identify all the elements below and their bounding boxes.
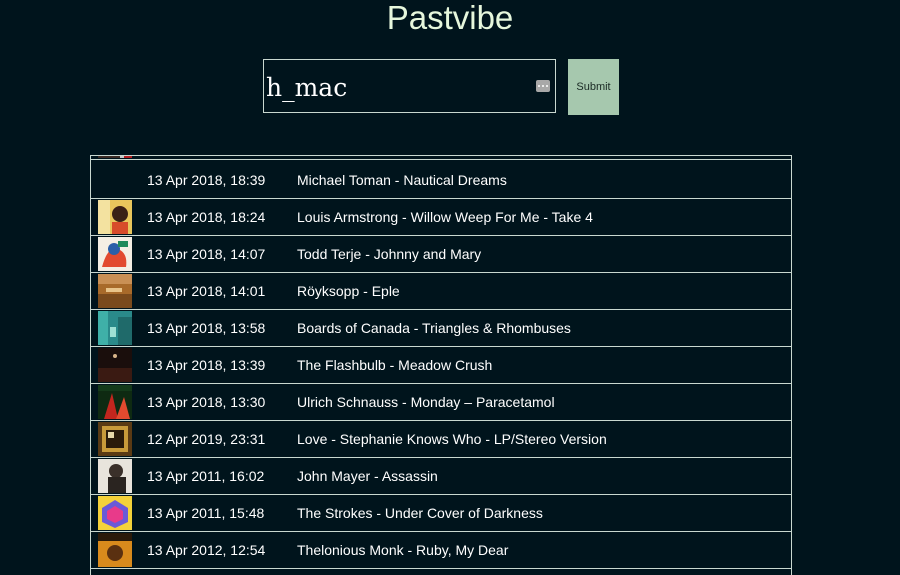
scrobble-track: The Strokes - Under Cover of Darkness — [297, 505, 543, 521]
album-art — [98, 348, 132, 382]
scrobble-track: Todd Terje - Johnny and Mary — [297, 246, 482, 262]
scrobble-row[interactable]: 12 Apr 2019, 23:31 Love - Stephanie Know… — [91, 421, 791, 458]
scrobble-timestamp: 13 Apr 2012, 12:54 — [147, 542, 266, 558]
scrobble-row[interactable]: 13 Apr 2011, 16:02 John Mayer - Assassin — [91, 458, 791, 495]
scrobble-row[interactable]: 13 Apr 2018, 18:24 Louis Armstrong - Wil… — [91, 199, 791, 236]
album-art — [98, 496, 132, 530]
page-title: Pastvibe — [386, 0, 514, 36]
scrobble-track: The Flashbulb - Meadow Crush — [297, 357, 493, 373]
scrobble-timestamp: 13 Apr 2018, 14:01 — [147, 283, 266, 299]
scrobble-row[interactable]: 13 Apr 2011, 15:48 The Strokes - Under C… — [91, 495, 791, 532]
scrobble-row[interactable]: 13 Apr 2018, 13:30 Ulrich Schnauss - Mon… — [91, 384, 791, 421]
album-art — [98, 237, 132, 271]
scrobble-timestamp: 12 Apr 2019, 23:31 — [147, 431, 266, 447]
username-search-field[interactable] — [263, 59, 556, 113]
scrobble-timestamp: 13 Apr 2018, 13:39 — [147, 357, 266, 373]
scrobble-timestamp: 13 Apr 2018, 18:24 — [147, 209, 266, 225]
scrobble-track: Louis Armstrong - Willow Weep For Me - T… — [297, 209, 593, 225]
scrobble-row[interactable]: 13 Apr 2018, 13:58 Boards of Canada - Tr… — [91, 310, 791, 347]
scrobble-row[interactable] — [91, 156, 791, 160]
submit-button[interactable]: Submit — [568, 59, 619, 115]
scrobble-list[interactable]: 13 Apr 2018, 18:39 Michael Toman - Nauti… — [90, 155, 792, 575]
scrobble-row[interactable]: 13 Apr 2018, 14:01 Röyksopp - Eple — [91, 273, 791, 310]
scrobble-track: Michael Toman - Nautical Dreams — [297, 172, 507, 188]
scrobble-timestamp: 13 Apr 2018, 18:39 — [147, 172, 266, 188]
album-art — [98, 274, 132, 308]
username-input[interactable] — [266, 73, 516, 102]
album-art — [98, 311, 132, 345]
scrobble-track: Thelonious Monk - Ruby, My Dear — [297, 542, 509, 558]
album-art — [98, 459, 132, 493]
scrobble-track: Boards of Canada - Triangles & Rhombuses — [297, 320, 571, 336]
scrobble-timestamp: 13 Apr 2011, 15:48 — [147, 505, 265, 521]
album-art — [98, 422, 132, 456]
scrobble-timestamp: 13 Apr 2011, 16:02 — [147, 468, 265, 484]
album-art — [98, 156, 132, 158]
scrobble-row[interactable]: 13 Apr 2012, 12:54 Thelonious Monk - Rub… — [91, 532, 791, 569]
scrobble-timestamp: 13 Apr 2018, 14:07 — [147, 246, 266, 262]
scrobble-timestamp: 13 Apr 2018, 13:58 — [147, 320, 266, 336]
scrobble-track: Love - Stephanie Knows Who - LP/Stereo V… — [297, 431, 607, 447]
album-art — [98, 200, 132, 234]
scrobble-row[interactable]: 13 Apr 2018, 14:07 Todd Terje - Johnny a… — [91, 236, 791, 273]
scrobble-row[interactable]: 13 Apr 2018, 18:39 Michael Toman - Nauti… — [91, 162, 791, 199]
album-art — [98, 533, 132, 567]
dots-icon[interactable] — [536, 80, 550, 92]
album-art — [98, 385, 132, 419]
scrobble-track: Ulrich Schnauss - Monday – Paracetamol — [297, 394, 555, 410]
scrobble-timestamp: 13 Apr 2018, 13:30 — [147, 394, 266, 410]
scrobble-row[interactable]: 13 Apr 2018, 13:39 The Flashbulb - Meado… — [91, 347, 791, 384]
scrobble-track: John Mayer - Assassin — [297, 468, 438, 484]
scrobble-track: Röyksopp - Eple — [297, 283, 400, 299]
